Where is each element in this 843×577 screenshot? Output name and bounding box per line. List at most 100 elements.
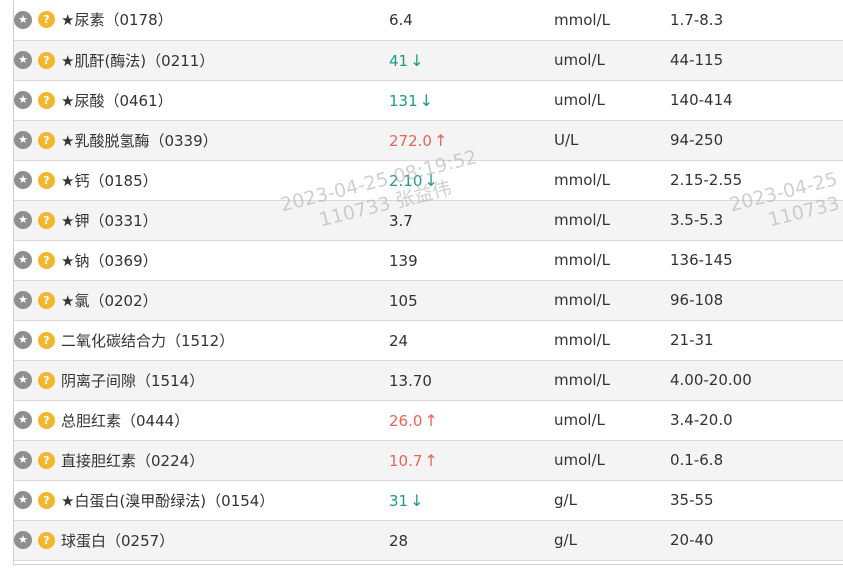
result-value-cell: 131 ↓ — [389, 80, 554, 121]
test-name-label: 尿酸 — [74, 91, 105, 110]
table-row[interactable]: ★? ★尿素（0178） 6.4 mmol/L 1.7-8.3 — [14, 0, 843, 41]
result-value-cell: 10.7 ↑ — [389, 440, 554, 481]
test-name-cell: ★? 二氧化碳结合力（1512） — [14, 320, 389, 361]
result-number: 41 — [389, 51, 409, 70]
table-row[interactable]: ★? ★氯（0202） 105 mmol/L 96-108 — [14, 280, 843, 321]
help-icon[interactable]: ? — [38, 251, 55, 269]
result-number: 28 — [389, 531, 409, 550]
table-row[interactable]: ★? ★乳酸脱氢酶（0339） 272.0 ↑ U/L 94-250 — [14, 120, 843, 161]
result-value-cell: 31 ↓ — [389, 480, 554, 521]
reference-range-cell: 35-55 — [670, 480, 843, 521]
table-row[interactable]: ★? 二氧化碳结合力（1512） 24 mmol/L 21-31 — [14, 320, 843, 361]
result-value: 272.0 ↑ — [389, 130, 448, 150]
help-icon[interactable]: ? — [38, 11, 55, 29]
key-item-star: ★ — [61, 11, 75, 30]
key-item-star: ★ — [61, 171, 75, 190]
favorite-star-icon[interactable]: ★ — [14, 91, 32, 109]
key-item-star: ★ — [61, 91, 75, 110]
favorite-star-icon[interactable]: ★ — [14, 491, 32, 509]
favorite-star-icon[interactable]: ★ — [14, 451, 32, 469]
abnormal-flag-icon: ↑ — [433, 130, 448, 150]
test-code: （0185） — [89, 171, 158, 190]
key-item-star: ★ — [61, 291, 75, 310]
table-row[interactable]: ★? ★钙（0185） 2.10 ↓ mmol/L 2.15-2.55 — [14, 160, 843, 201]
test-name: 球蛋白（0257） — [61, 532, 174, 550]
table-row[interactable]: ★? ★白蛋白(溴甲酚绿法)（0154） 31 ↓ g/L 35-55 — [14, 480, 843, 521]
key-item-star: ★ — [61, 251, 75, 270]
help-icon[interactable]: ? — [38, 371, 55, 389]
favorite-star-icon[interactable]: ★ — [14, 291, 32, 309]
result-value: 131 ↓ — [389, 90, 434, 110]
test-name-cell: ★? ★钙（0185） — [14, 160, 389, 201]
result-value-cell: 13.70 — [389, 360, 554, 401]
results-table-body: ★? ★尿素（0178） 6.4 mmol/L 1.7-8.3 ★? ★肌酐(酶法)（021… — [14, 0, 843, 561]
test-name-label: 乳酸脱氢酶 — [74, 131, 150, 150]
favorite-star-icon[interactable]: ★ — [14, 211, 32, 229]
test-code: （0224） — [136, 451, 205, 470]
test-name: ★尿素（0178） — [61, 11, 173, 29]
test-name-cell: ★? 总胆红素（0444） — [14, 400, 389, 441]
key-item-star: ★ — [61, 211, 75, 230]
test-code: （1514） — [136, 371, 205, 390]
reference-range-cell: 1.7-8.3 — [670, 0, 843, 41]
unit-cell: mmol/L — [554, 240, 670, 281]
help-icon[interactable]: ? — [38, 211, 55, 229]
reference-range-cell: 21-31 — [670, 320, 843, 361]
test-name-cell: ★? 球蛋白（0257） — [14, 520, 389, 561]
abnormal-flag-icon: ↓ — [419, 90, 434, 110]
reference-range-cell: 3.5-5.3 — [670, 200, 843, 241]
test-name: ★钙（0185） — [61, 172, 158, 190]
result-value-cell: 24 — [389, 320, 554, 361]
result-value-cell: 272.0 ↑ — [389, 120, 554, 161]
test-name-cell: ★? ★乳酸脱氢酶（0339） — [14, 120, 389, 161]
result-number: 131 — [389, 91, 418, 110]
table-row[interactable]: ★? ★尿酸（0461） 131 ↓ umol/L 140-414 — [14, 80, 843, 121]
result-value: 24 — [389, 332, 410, 350]
test-name-cell: ★? ★钠（0369） — [14, 240, 389, 281]
table-row[interactable]: ★? ★肌酐(酶法)（0211） 41 ↓ umol/L 44-115 — [14, 40, 843, 81]
help-icon[interactable]: ? — [38, 491, 55, 509]
test-name-cell: ★? 阴离子间隙（1514） — [14, 360, 389, 401]
table-row[interactable]: ★? 直接胆红素（0224） 10.7 ↑ umol/L 0.1-6.8 — [14, 440, 843, 481]
favorite-star-icon[interactable]: ★ — [14, 331, 32, 349]
result-value-cell: 26.0 ↑ — [389, 400, 554, 441]
help-icon[interactable]: ? — [38, 411, 55, 429]
table-row[interactable]: ★? ★钠（0369） 139 mmol/L 136-145 — [14, 240, 843, 281]
help-icon[interactable]: ? — [38, 531, 55, 549]
unit-cell: mmol/L — [554, 360, 670, 401]
key-item-star: ★ — [61, 51, 75, 70]
favorite-star-icon[interactable]: ★ — [14, 10, 32, 29]
help-icon[interactable]: ? — [38, 331, 55, 349]
test-name: 直接胆红素（0224） — [61, 452, 204, 470]
table-row[interactable]: ★? 阴离子间隙（1514） 13.70 mmol/L 4.00-20.00 — [14, 360, 843, 401]
favorite-star-icon[interactable]: ★ — [14, 171, 32, 189]
abnormal-flag-icon: ↓ — [410, 50, 424, 70]
unit-cell: umol/L — [554, 80, 670, 121]
unit-cell: mmol/L — [554, 160, 670, 201]
favorite-star-icon[interactable]: ★ — [14, 51, 32, 69]
favorite-star-icon[interactable]: ★ — [14, 251, 32, 269]
table-row[interactable]: ★? ★钾（0331） 3.7 mmol/L 3.5-5.3 — [14, 200, 843, 241]
result-value: 13.70 — [389, 372, 434, 390]
table-row[interactable]: ★? 球蛋白（0257） 28 g/L 20-40 — [14, 520, 843, 561]
help-icon[interactable]: ? — [38, 51, 55, 69]
abnormal-flag-icon: ↓ — [410, 490, 424, 510]
help-icon[interactable]: ? — [38, 291, 55, 309]
help-icon[interactable]: ? — [38, 131, 55, 149]
test-name: ★钾（0331） — [61, 212, 158, 230]
help-icon[interactable]: ? — [38, 451, 55, 469]
test-name: 二氧化碳结合力（1512） — [61, 332, 234, 350]
help-icon[interactable]: ? — [38, 171, 55, 189]
unit-cell: umol/L — [554, 400, 670, 441]
favorite-star-icon[interactable]: ★ — [14, 531, 32, 549]
reference-range-cell: 0.1-6.8 — [670, 440, 843, 481]
favorite-star-icon[interactable]: ★ — [14, 411, 32, 429]
favorite-star-icon[interactable]: ★ — [14, 131, 32, 149]
lab-results-table: ★? ★尿素（0178） 6.4 mmol/L 1.7-8.3 ★? ★肌酐(酶法)（021… — [14, 0, 843, 561]
unit-cell: mmol/L — [554, 320, 670, 361]
table-row[interactable]: ★? 总胆红素（0444） 26.0 ↑ umol/L 3.4-20.0 — [14, 400, 843, 441]
help-icon[interactable]: ? — [38, 91, 55, 109]
favorite-star-icon[interactable]: ★ — [14, 371, 32, 389]
test-code: （0211） — [146, 51, 215, 70]
unit-cell: mmol/L — [554, 200, 670, 241]
